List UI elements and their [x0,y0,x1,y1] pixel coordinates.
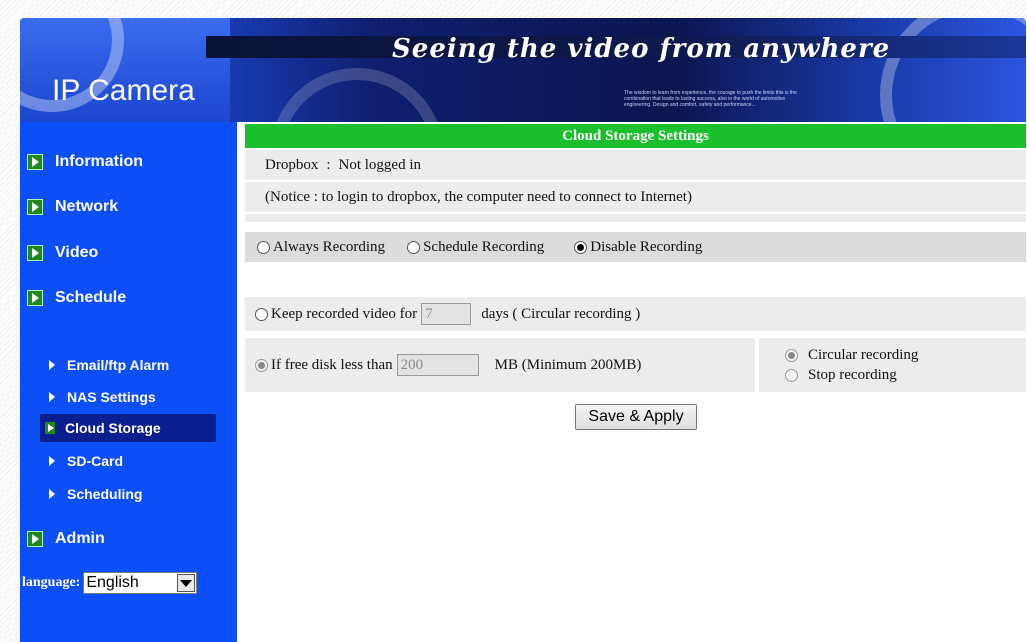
recording-mode-row: Always Recording Schedule Recording Disa… [245,232,1026,262]
arrow-box-icon [27,290,43,306]
free-disk-prefix: If free disk less than [271,356,393,373]
notice-text: (Notice : to login to dropbox, the compu… [265,188,692,205]
notice-row: (Notice : to login to dropbox, the compu… [245,182,1026,212]
sidebar-item-label: Information [55,153,143,170]
sidebar-item-information[interactable]: Information [20,147,143,177]
sidebar-subitem-label: Scheduling [67,486,143,502]
sidebar-subitem-scheduling[interactable]: Scheduling [40,480,216,508]
sidebar-subitem-label: SD-Card [67,453,124,469]
radio-keep-video[interactable] [255,307,268,321]
free-disk-row: If free disk less than 200 MB (Minimum 2… [245,338,755,392]
keep-days-input[interactable]: 7 [421,303,472,325]
spacer-row [245,214,1026,222]
arrow-right-icon [49,489,55,499]
header-banner: Seeing the video from anywhere IP Camera… [20,18,1026,122]
radio-icon[interactable] [574,240,588,254]
radio-label: Schedule Recording [423,238,545,255]
arrow-box-icon [27,199,43,215]
language-dropdown[interactable]: English [83,572,198,594]
arrow-box-icon [27,531,43,547]
free-disk-input[interactable]: 200 [396,354,479,376]
free-disk-suffix: MB (Minimum 200MB) [494,356,642,373]
radio-icon[interactable] [407,240,421,254]
sidebar-subitem-label: Email/ftp Alarm [67,357,170,373]
keep-video-row: Keep recorded video for 7 days ( Circula… [245,297,1026,331]
arrow-right-icon [49,456,55,466]
save-apply-button[interactable]: Save & Apply [575,404,697,430]
sidebar-subitem-sd-card[interactable]: SD-Card [40,447,216,475]
radio-label: Stop recording [808,366,897,383]
sidebar-subitem-email-ftp-alarm[interactable]: Email/ftp Alarm [40,351,216,379]
brand-logo-text: IP Camera [52,74,195,107]
radio-icon[interactable] [785,368,798,382]
sidebar-item-schedule[interactable]: Schedule [20,283,126,313]
keep-video-suffix: days ( Circular recording ) [481,305,641,322]
arrow-box-icon [27,154,43,170]
chevron-down-icon[interactable] [177,574,196,592]
language-label: language: [22,575,81,590]
sidebar: Information Network Video Schedule Email… [20,122,237,642]
radio-icon[interactable] [785,348,798,362]
radio-icon[interactable] [257,240,270,254]
arrow-right-icon [49,392,55,402]
sidebar-item-label: Schedule [55,289,127,306]
decor-arc [270,68,444,122]
sidebar-item-video[interactable]: Video [20,238,98,268]
arrow-box-icon [45,422,55,434]
radio-circular-recording[interactable]: Circular recording [785,347,918,364]
sidebar-item-label: Video [55,244,99,261]
sidebar-subitem-nas-settings[interactable]: NAS Settings [40,383,216,411]
dropbox-separator: : [326,156,331,173]
sidebar-item-network[interactable]: Network [20,192,118,222]
radio-schedule-recording[interactable]: Schedule Recording [407,239,544,256]
sidebar-item-label: Admin [55,530,105,547]
decor-arc [880,18,1026,122]
arrow-right-icon [49,360,55,370]
radio-disable-recording[interactable]: Disable Recording [574,239,702,256]
radio-always-recording[interactable]: Always Recording [257,239,385,256]
banner-tagline: Seeing the video from anywhere [392,34,891,64]
keep-video-prefix: Keep recorded video for [271,305,418,322]
disk-full-options: Circular recording Stop recording [759,338,1026,392]
radio-label: Always Recording [273,238,386,255]
dropbox-label: Dropbox [265,156,319,173]
section-title: Cloud Storage Settings [245,124,1026,148]
radio-stop-recording[interactable]: Stop recording [785,367,897,384]
language-selected-value: English [86,574,139,591]
radio-label: Circular recording [808,346,919,363]
language-selector: language: English [22,572,198,594]
dropbox-status-row: Dropbox : Not logged in [245,150,1026,180]
dropbox-status: Not logged in [338,156,422,173]
sidebar-subitem-cloud-storage[interactable]: Cloud Storage [40,414,216,442]
arrow-box-icon [27,245,43,261]
sidebar-subitem-label: Cloud Storage [65,420,161,436]
sidebar-item-label: Network [55,198,119,215]
radio-label: Disable Recording [590,238,703,255]
radio-free-disk[interactable] [255,358,268,372]
banner-blurb: The wisdom to learn from experience, the… [624,90,797,108]
sidebar-subitem-label: NAS Settings [67,389,156,405]
sidebar-item-admin[interactable]: Admin [20,524,105,554]
app-frame: Seeing the video from anywhere IP Camera… [20,18,1027,642]
